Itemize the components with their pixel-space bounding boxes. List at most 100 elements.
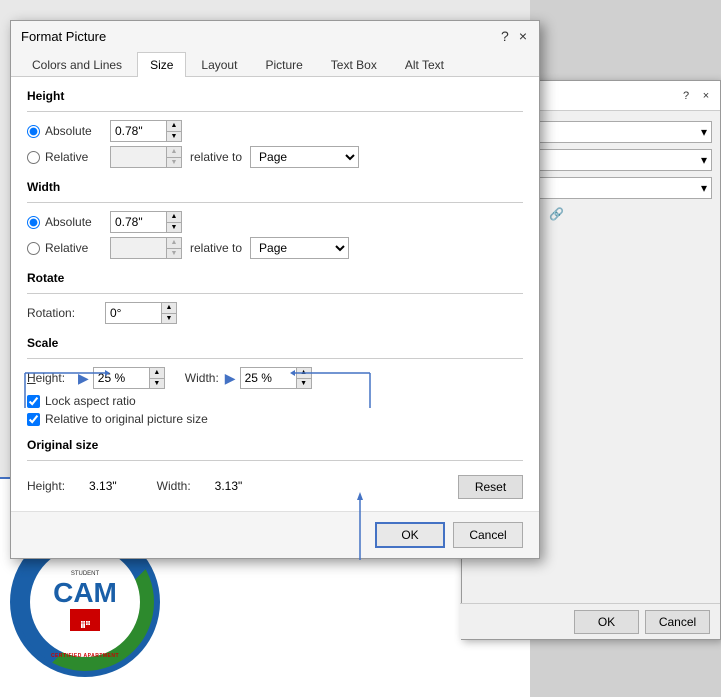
rotation-arrows: ▲ ▼: [161, 303, 176, 323]
height-relative-spinbox: ▲ ▼: [110, 146, 182, 168]
tab-size[interactable]: Size: [137, 52, 186, 77]
ok-button[interactable]: OK: [375, 522, 445, 548]
scale-height-spinbox[interactable]: ▲ ▼: [93, 367, 165, 389]
reset-area: Reset: [458, 475, 523, 499]
width-section-title: Width: [27, 180, 523, 194]
bg-footer: OK Cancel: [460, 603, 720, 639]
tab-picture[interactable]: Picture: [252, 52, 315, 77]
rotation-label: Rotation:: [27, 306, 97, 320]
bg-help-button[interactable]: ?: [678, 88, 694, 104]
height-relative-up: ▲: [167, 147, 181, 158]
bg-cancel-button[interactable]: Cancel: [645, 610, 710, 634]
width-relative-arrows: ▲ ▼: [166, 238, 181, 258]
rotate-row: Rotation: ▲ ▼: [27, 302, 523, 324]
scale-divider: [27, 358, 523, 359]
width-absolute-radio[interactable]: [27, 216, 40, 229]
width-arrow-indicator: ▶: [225, 370, 236, 387]
width-relative-to-label: relative to: [190, 241, 242, 255]
scale-width-label: Width:: [185, 371, 219, 385]
dialog-title: Format Picture: [21, 29, 106, 44]
scale-width-spinbox[interactable]: ▲ ▼: [240, 367, 312, 389]
dialog-footer: OK Cancel: [11, 511, 539, 558]
bg-link-icon[interactable]: 🔗: [549, 207, 564, 221]
dialog-help-button[interactable]: ?: [499, 28, 511, 44]
height-absolute-input[interactable]: [111, 121, 166, 141]
dialog-close-button[interactable]: ×: [517, 28, 529, 44]
width-absolute-spinbox[interactable]: ▲ ▼: [110, 211, 182, 233]
height-absolute-spinbox[interactable]: ▲ ▼: [110, 120, 182, 142]
scale-height-up[interactable]: ▲: [150, 368, 164, 379]
height-relative-down: ▼: [167, 158, 181, 168]
height-absolute-down[interactable]: ▼: [167, 132, 181, 142]
height-absolute-arrows: ▲ ▼: [166, 121, 181, 141]
scale-height-down[interactable]: ▼: [150, 379, 164, 389]
width-relative-to-dropdown[interactable]: Page Margin Left Margin Right Margin: [250, 237, 349, 259]
tab-layout[interactable]: Layout: [188, 52, 250, 77]
orig-width-label: Width:: [157, 479, 191, 493]
height-relative-to-dropdown[interactable]: Page Margin Top Margin Bottom Margin: [250, 146, 359, 168]
reset-button[interactable]: Reset: [458, 475, 523, 499]
width-relative-down: ▼: [167, 249, 181, 259]
scale-width-arrows: ▲ ▼: [296, 368, 311, 388]
scale-width-input[interactable]: [241, 368, 296, 388]
width-absolute-up[interactable]: ▲: [167, 212, 181, 223]
scale-height-input[interactable]: [94, 368, 149, 388]
width-divider: [27, 202, 523, 203]
orig-width-value: 3.13": [215, 479, 243, 493]
scale-section-title: Scale: [27, 336, 523, 350]
cam-certified-text: CERTIFIED APARTMENT: [51, 653, 119, 659]
scale-height-arrows: ▲ ▼: [149, 368, 164, 388]
height-absolute-radio[interactable]: [27, 125, 40, 138]
original-size-area: Height: 3.13" Width: 3.13" Reset: [27, 469, 523, 499]
lock-aspect-checkbox[interactable]: [27, 395, 40, 408]
relative-original-row: Relative to original picture size: [27, 412, 523, 426]
width-relative-input: [111, 238, 166, 258]
height-relative-arrows: ▲ ▼: [166, 147, 181, 167]
bg-ok-button[interactable]: OK: [574, 610, 639, 634]
bg-close-button[interactable]: ×: [698, 88, 714, 104]
height-relative-row: Relative ▲ ▼ relative to Page Margin Top…: [27, 146, 523, 168]
scale-width-up[interactable]: ▲: [297, 368, 311, 379]
height-absolute-row: Absolute ▲ ▼: [27, 120, 523, 142]
dialog-body: Height Absolute ▲ ▼ Relative: [11, 77, 539, 511]
width-relative-up: ▲: [167, 238, 181, 249]
scale-width-down[interactable]: ▼: [297, 379, 311, 389]
cancel-button[interactable]: Cancel: [453, 522, 523, 548]
orig-height-value: 3.13": [89, 479, 117, 493]
width-absolute-arrows: ▲ ▼: [166, 212, 181, 232]
dialog-titlebar: Format Picture ? ×: [11, 21, 539, 51]
cam-housing-icon: [70, 609, 100, 631]
rotation-down[interactable]: ▼: [162, 314, 176, 324]
orig-height-label: Height:: [27, 479, 65, 493]
relative-original-label: Relative to original picture size: [45, 412, 208, 426]
rotation-spinbox[interactable]: ▲ ▼: [105, 302, 177, 324]
height-section-title: Height: [27, 89, 523, 103]
height-relative-label: Relative: [45, 150, 110, 164]
width-relative-radio[interactable]: [27, 242, 40, 255]
relative-original-checkbox[interactable]: [27, 413, 40, 426]
tab-alt-text[interactable]: Alt Text: [392, 52, 457, 77]
height-arrow-indicator: ▶: [78, 370, 89, 387]
original-size-divider: [27, 460, 523, 461]
scale-row: Height: ▶ ▲ ▼ Width: ▶ ▲ ▼: [27, 367, 523, 389]
lock-aspect-row: Lock aspect ratio: [27, 394, 523, 408]
width-absolute-row: Absolute ▲ ▼: [27, 211, 523, 233]
tab-bar: Colors and Lines Size Layout Picture Tex…: [11, 51, 539, 77]
width-absolute-down[interactable]: ▼: [167, 223, 181, 233]
rotate-section-title: Rotate: [27, 271, 523, 285]
cam-text: CAM: [53, 579, 117, 607]
rotation-up[interactable]: ▲: [162, 303, 176, 314]
tab-text-box[interactable]: Text Box: [318, 52, 390, 77]
width-absolute-label: Absolute: [45, 215, 110, 229]
lock-aspect-label: Lock aspect ratio: [45, 394, 136, 408]
width-absolute-input[interactable]: [111, 212, 166, 232]
dialog-title-controls: ? ×: [499, 28, 529, 44]
tab-colors-and-lines[interactable]: Colors and Lines: [19, 52, 135, 77]
height-relative-radio[interactable]: [27, 151, 40, 164]
height-absolute-up[interactable]: ▲: [167, 121, 181, 132]
bg-window-controls: ? ×: [678, 88, 714, 104]
rotation-input[interactable]: [106, 303, 161, 323]
height-relative-to-label: relative to: [190, 150, 242, 164]
scale-height-label: Height:: [27, 371, 72, 385]
rotate-divider: [27, 293, 523, 294]
